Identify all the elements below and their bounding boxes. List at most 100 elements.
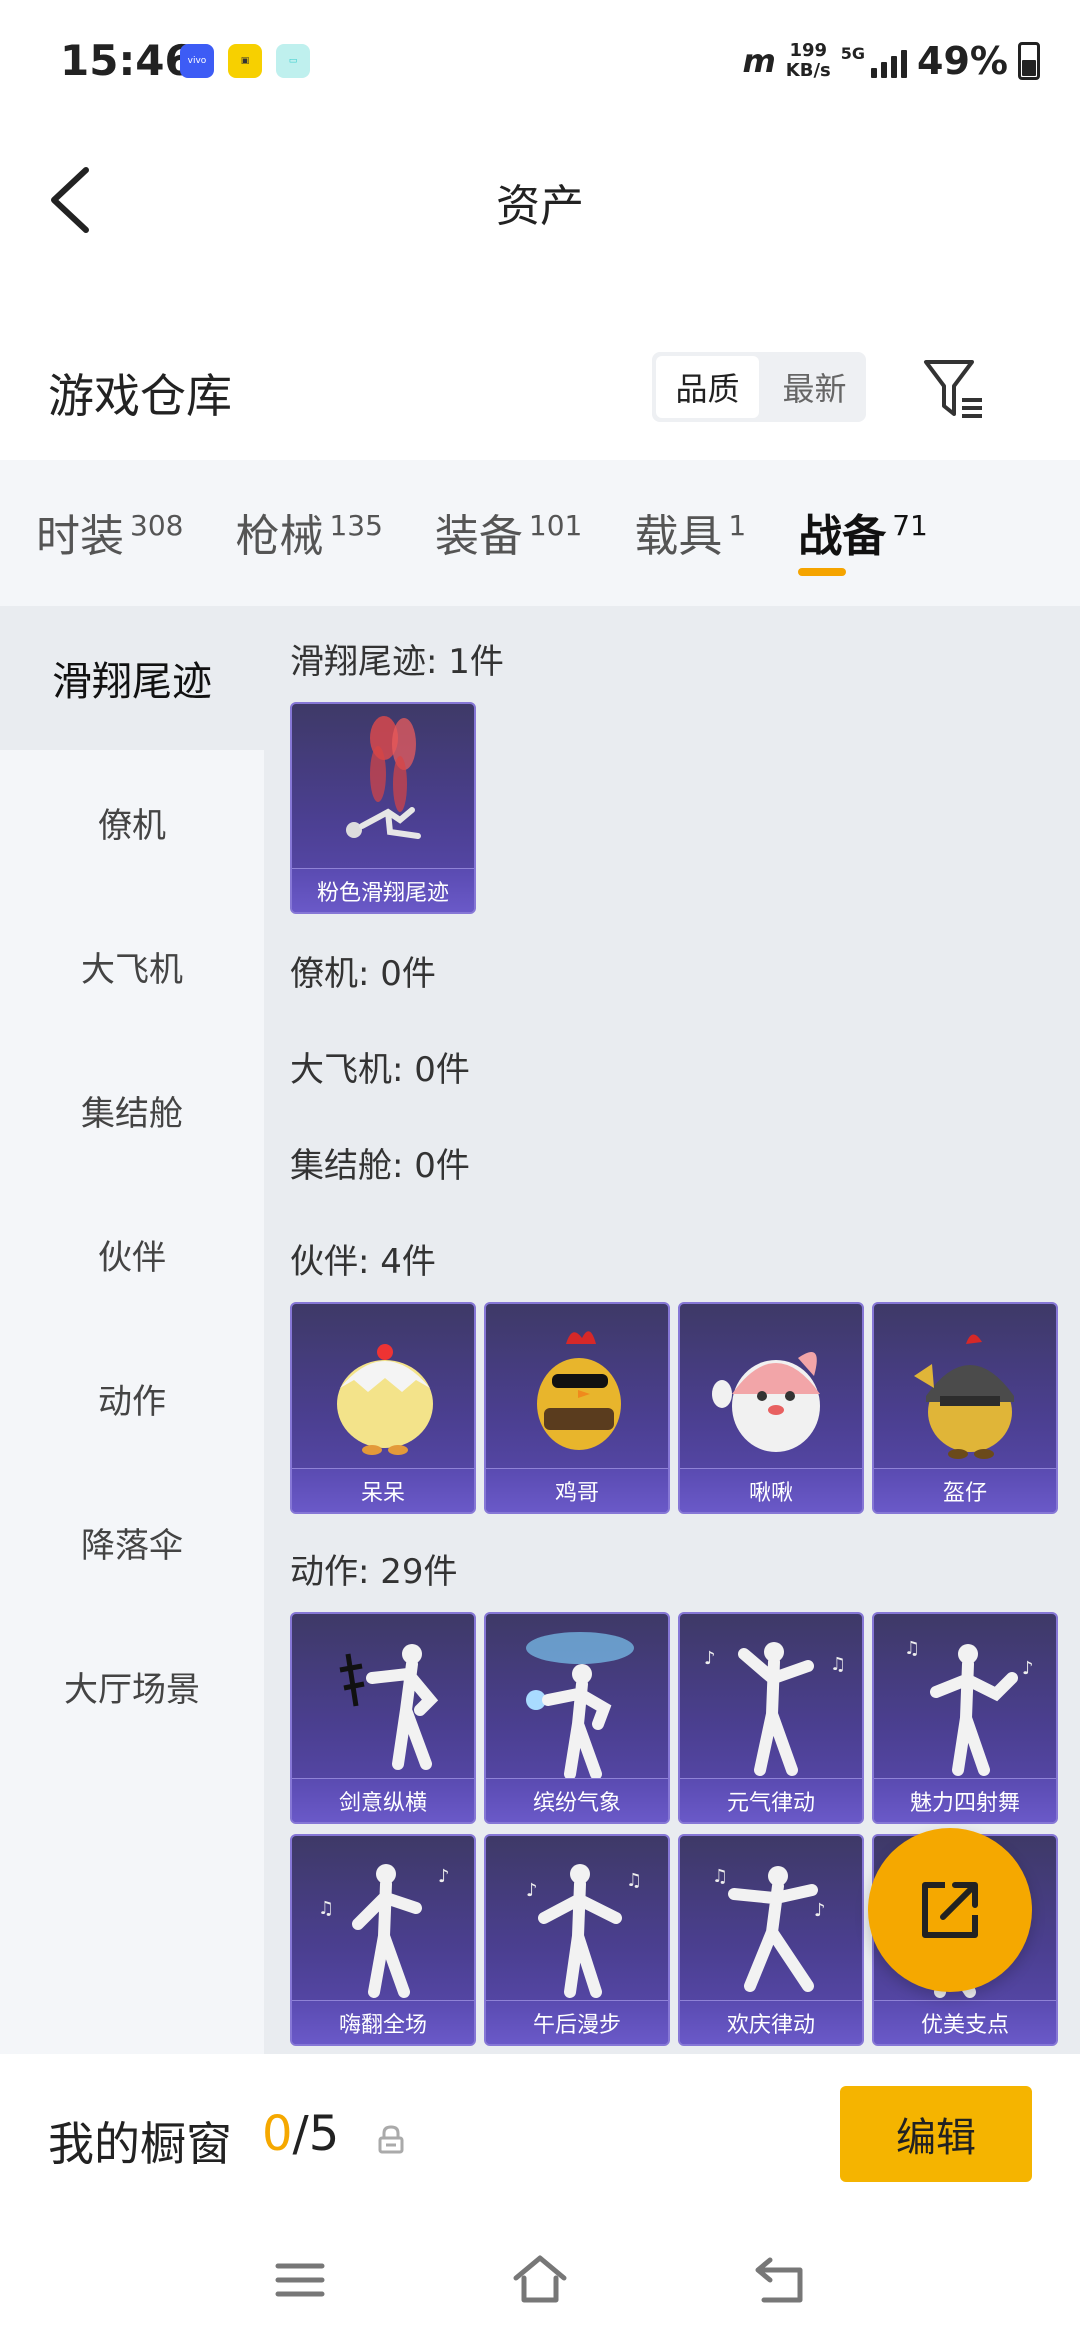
system-navbar [0,2214,1080,2344]
game-app-icon: ▣ [228,44,262,78]
item-card-daidai[interactable]: 呆呆 [290,1302,476,1514]
glide-trail-icon [346,716,421,839]
net-speed: 199 KB/s [786,41,831,81]
tab-count: 135 [329,509,383,542]
svg-text:♫: ♫ [626,1870,642,1891]
showcase-separator: / [292,2106,309,2162]
tab-equipment[interactable]: 装备 101 [435,460,582,606]
item-card-emote[interactable]: ♪ ♫ 元气律动 [678,1612,864,1824]
back-nav-icon[interactable] [750,2250,810,2310]
item-card-emote[interactable]: ♫ ♪ 魅力四射舞 [872,1612,1058,1824]
section-heading-plane: 大飞机: 0件 [290,1050,470,1090]
section-heading-pod: 集结舱: 0件 [290,1146,470,1186]
dancer-weather-icon [526,1632,634,1780]
menu-icon[interactable] [270,2250,330,2310]
item-name: 盔仔 [874,1468,1056,1512]
svg-text:♪: ♪ [814,1900,826,1921]
rooster-icon [537,1331,621,1450]
battery-fill [1022,60,1036,76]
tab-label: 时装 [36,511,124,562]
section-heading-companion: 伙伴: 4件 [290,1242,436,1282]
item-card-emote[interactable]: ♫ ♪ 欢庆律动 [678,1834,864,2046]
section-heading-trail: 滑翔尾迹: 1件 [290,642,504,682]
item-name: 呆呆 [292,1468,474,1512]
tab-fashion[interactable]: 时装 308 [36,460,183,606]
battery-icon [1018,42,1040,80]
item-name: 魅力四射舞 [874,1778,1056,1822]
sort-toggle: 品质 最新 [652,352,866,422]
dancer-stroll-icon: ♪ ♫ [526,1864,642,1998]
item-name: 啾啾 [680,1468,862,1512]
tab-vehicles[interactable]: 载具 1 [634,460,746,606]
svg-text:♫: ♫ [904,1638,920,1659]
item-name: 优美支点 [874,2000,1056,2044]
signal-type: 5G [840,44,866,63]
side-item-lobby[interactable]: 大厅场景 [0,1614,264,1758]
side-item-glide-trail[interactable]: 滑翔尾迹 [0,606,264,750]
svg-text:♪: ♪ [1022,1658,1034,1679]
net-speed-value: 199 [789,40,828,61]
category-tabs: 时装 308 枪械 135 装备 101 载具 1 战备 71 [0,460,1080,606]
tab-label: 枪械 [235,511,324,562]
tab-count: 101 [528,509,583,542]
tab-battle-prep[interactable]: 战备 71 [798,460,928,606]
filter-button[interactable] [920,354,990,424]
item-name: 欢庆律动 [680,2000,862,2044]
item-card-pink-trail[interactable]: 粉色滑翔尾迹 [290,702,476,914]
status-time: 15:46 [60,36,194,85]
item-card-emote[interactable]: 缤纷气象 [484,1612,670,1824]
tab-count: 308 [130,509,184,542]
status-bar: 15:46 vivo ▣ ▭ ⅿ 199 KB/s 5G 49% [0,0,1080,120]
helmet-chick-icon [914,1334,1014,1459]
tab-guns[interactable]: 枪械 135 [235,460,382,606]
edit-button[interactable]: 编辑 [840,2086,1032,2182]
item-name: 剑意纵横 [292,1778,474,1822]
svg-text:♫: ♫ [318,1898,334,1919]
item-name: 元气律动 [680,1778,862,1822]
item-card-emote[interactable]: ♪ ♫ 午后漫步 [484,1834,670,2046]
item-name: 嗨翻全场 [292,2000,474,2044]
side-menu: 滑翔尾迹 僚机 大飞机 集结舱 伙伴 动作 降落伞 大厅场景 [0,606,264,2054]
showcase-title: 我的橱窗 [48,2117,232,2171]
status-right: ⅿ 199 KB/s 5G 49% [742,36,1040,86]
side-item-wingman[interactable]: 僚机 [0,750,264,894]
section-heading-wingman: 僚机: 0件 [290,954,436,994]
filter-icon [924,360,982,418]
showcase-bar: 我的橱窗 0/5 编辑 [0,2054,1080,2214]
side-item-companion[interactable]: 伙伴 [0,1182,264,1326]
showcase-current: 0 [262,2106,293,2162]
tab-label: 载具 [634,511,723,562]
sort-latest-button[interactable]: 最新 [763,352,866,422]
dancer-sword-icon [339,1644,439,1770]
page-title: 资产 [496,181,584,232]
svg-text:♪: ♪ [704,1648,716,1669]
side-item-pod[interactable]: 集结舱 [0,1038,264,1182]
item-card-jige[interactable]: 鸡哥 [484,1302,670,1514]
chat-app-icon: ▭ [276,44,310,78]
side-item-emote[interactable]: 动作 [0,1326,264,1470]
section-heading-emote: 动作: 29件 [290,1552,458,1592]
item-card-emote[interactable]: 剑意纵横 [290,1612,476,1824]
tab-count: 1 [728,509,747,542]
home-icon[interactable] [510,2250,570,2310]
share-fab-button[interactable] [868,1828,1032,1992]
net-speed-unit: KB/s [785,60,831,81]
chick-egg-icon [337,1344,433,1455]
item-name: 鸡哥 [486,1468,668,1512]
hd-network-icon: ⅿ [742,42,776,80]
battery-percent: 49% [917,39,1008,83]
item-card-emote[interactable]: ♫ ♪ 嗨翻全场 [290,1834,476,2046]
showcase-count: 0/5 [262,2106,339,2162]
dancer-celebrate-icon: ♫ ♪ [712,1866,826,1992]
side-item-parachute[interactable]: 降落伞 [0,1470,264,1614]
svg-text:♫: ♫ [712,1866,728,1887]
svg-text:♪: ♪ [438,1866,450,1887]
tab-count: 71 [892,509,928,542]
sort-quality-button[interactable]: 品质 [656,356,759,418]
showcase-total: 5 [308,2106,340,2162]
side-item-plane[interactable]: 大飞机 [0,894,264,1038]
item-card-kuizai[interactable]: 盔仔 [872,1302,1058,1514]
item-card-jiujiu[interactable]: 啾啾 [678,1302,864,1514]
svg-text:♫: ♫ [830,1654,846,1675]
item-name: 午后漫步 [486,2000,668,2044]
